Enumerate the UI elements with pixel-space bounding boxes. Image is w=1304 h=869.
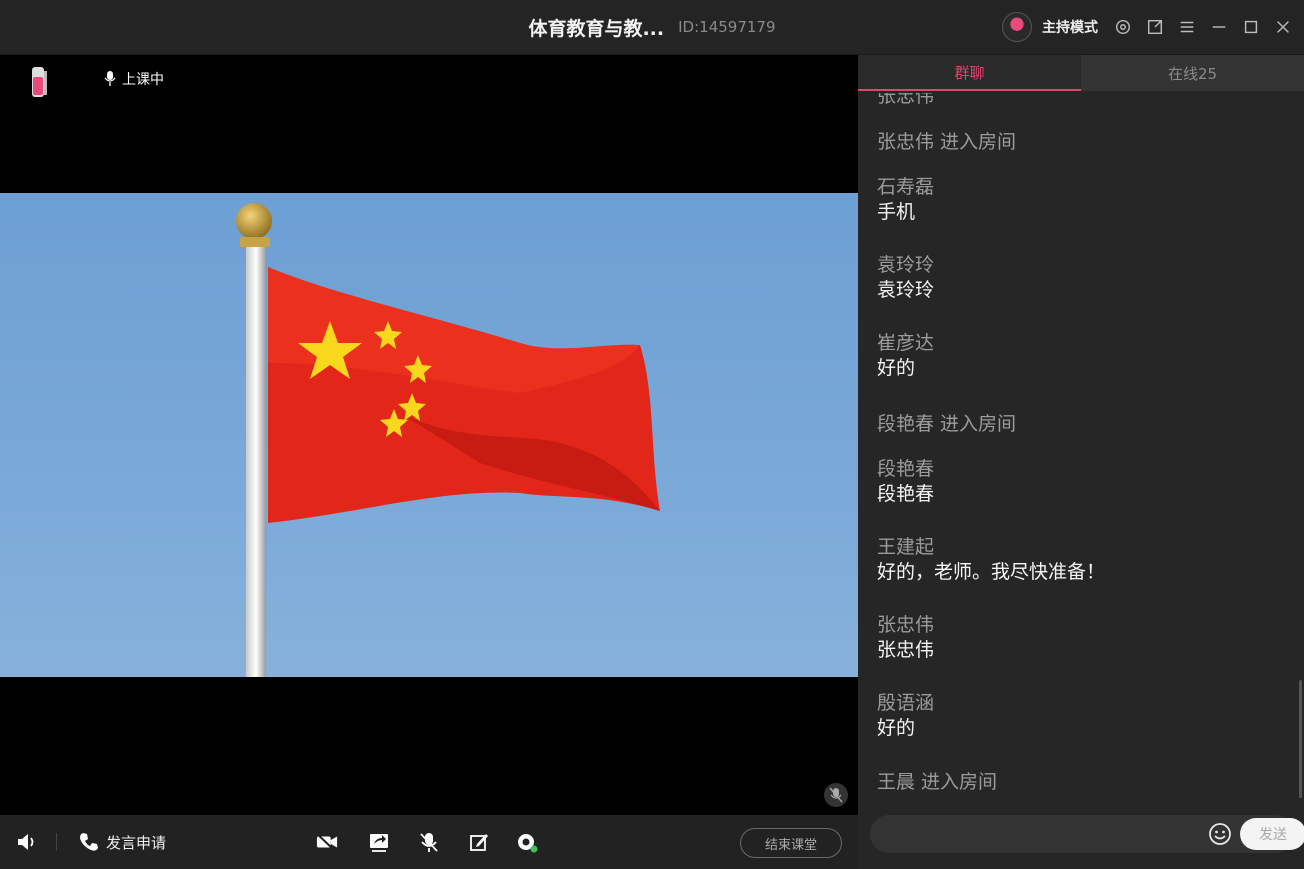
chat-input[interactable]: 发送 <box>870 815 1304 853</box>
speaker-icon <box>18 834 34 850</box>
chat-message: 袁玲玲 袁玲玲 <box>877 253 934 303</box>
send-button[interactable]: 发送 <box>1240 818 1304 850</box>
window-title: 体育教育与教... <box>528 17 665 40</box>
bottom-toolbar: 发言申请 结束课堂 <box>0 815 858 869</box>
end-class-button[interactable]: 结束课堂 <box>740 828 842 858</box>
chat-message: 张忠伟 张忠伟 <box>877 613 934 663</box>
teacher-avatar <box>32 67 47 97</box>
mic-off-icon <box>420 833 438 852</box>
chat-sender: 袁玲玲 <box>877 254 935 276</box>
chat-message: 殷语涵 好的 <box>877 691 934 741</box>
mic-button[interactable] <box>418 815 440 869</box>
chat-system-message: 王晨 进入房间 <box>877 771 998 793</box>
share-screen-button[interactable] <box>368 815 390 869</box>
chat-sender: 张忠伟 <box>877 614 935 636</box>
apply-speak-label: 发言申请 <box>106 833 167 852</box>
flag-illustration <box>236 203 660 677</box>
mic-muted-indicator[interactable] <box>824 783 848 807</box>
video-stage: 上课中 <box>0 55 858 815</box>
minimize-icon[interactable] <box>1208 16 1230 38</box>
chat-system-message: 段艳春 进入房间 <box>877 413 1017 435</box>
chat-text: 好的，老师。我尽快准备！ <box>877 561 1106 583</box>
chat-tabs: 群聊 在线25 <box>858 55 1304 91</box>
share-screen-icon <box>370 834 388 852</box>
toolbar-divider <box>56 833 57 851</box>
chat-sender: 崔彦达 <box>877 332 935 354</box>
room-id: ID:14597179 <box>678 18 776 36</box>
chat-message: 王建起 好的，老师。我尽快准备！ <box>877 535 1105 585</box>
title-bar-controls: 主持模式 <box>1002 0 1294 54</box>
chat-message: 段艳春 段艳春 <box>877 457 934 507</box>
settings-icon[interactable] <box>1112 16 1134 38</box>
chat-text: 段艳春 <box>877 483 935 505</box>
chat-text: 好的 <box>877 357 916 379</box>
chat-sender: 殷语涵 <box>877 692 935 714</box>
camera-off-icon <box>316 833 338 851</box>
chat-list[interactable]: 张忠伟 张忠伟 进入房间 石寿磊 手机 袁玲玲 袁玲玲 崔彦达 好的 段艳春 进… <box>858 93 1304 803</box>
close-icon[interactable] <box>1272 16 1294 38</box>
phone-icon <box>80 833 98 851</box>
shared-image <box>0 193 858 677</box>
camera-off-button[interactable] <box>316 815 338 869</box>
effects-icon <box>518 834 538 853</box>
tab-online[interactable]: 在线25 <box>1081 55 1304 91</box>
title-bar: 体育教育与教... ID:14597179 主持模式 <box>0 0 1304 55</box>
user-avatar[interactable] <box>1002 12 1032 42</box>
tab-group-chat[interactable]: 群聊 <box>858 55 1081 91</box>
class-status: 上课中 <box>104 69 164 89</box>
chat-text: 袁玲玲 <box>877 279 935 301</box>
chat-message: 崔彦达 好的 <box>877 331 934 381</box>
chat-message: 石寿磊 手机 <box>877 175 934 225</box>
volume-button[interactable] <box>16 815 38 869</box>
chat-sender: 石寿磊 <box>877 176 935 198</box>
chat-scrollbar[interactable] <box>1299 680 1302 798</box>
edit-icon <box>470 834 488 851</box>
emoji-icon[interactable] <box>1208 822 1232 846</box>
menu-icon[interactable] <box>1176 16 1198 38</box>
class-status-text: 上课中 <box>122 72 164 88</box>
chat-system-message: 张忠伟 <box>877 93 935 107</box>
chat-text: 张忠伟 <box>877 639 935 661</box>
whiteboard-button[interactable] <box>468 815 490 869</box>
external-link-icon[interactable] <box>1144 16 1166 38</box>
chat-sender: 王建起 <box>877 536 935 558</box>
chat-panel: 群聊 在线25 张忠伟 张忠伟 进入房间 石寿磊 手机 袁玲玲 袁玲玲 崔彦达 … <box>858 55 1304 869</box>
chat-system-message: 张忠伟 进入房间 <box>877 131 1017 153</box>
host-mode-label[interactable]: 主持模式 <box>1042 17 1098 37</box>
chat-text: 好的 <box>877 717 916 739</box>
apply-speak-button[interactable]: 发言申请 <box>78 815 166 869</box>
chat-text: 手机 <box>877 201 916 223</box>
chat-sender: 段艳春 <box>877 458 935 480</box>
mic-off-icon <box>829 787 843 803</box>
maximize-icon[interactable] <box>1240 16 1262 38</box>
effects-button[interactable] <box>516 815 538 869</box>
mic-icon <box>104 71 116 86</box>
